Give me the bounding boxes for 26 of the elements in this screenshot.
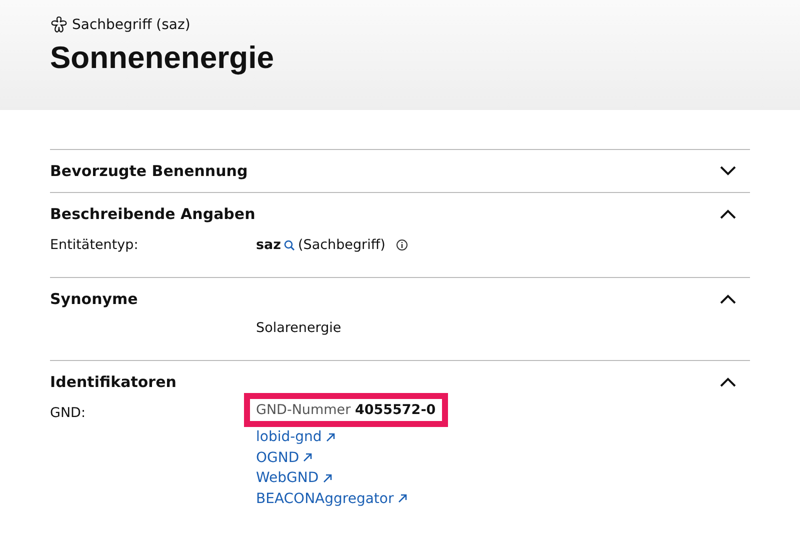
external-link[interactable]: lobid-gnd (256, 427, 335, 448)
external-link[interactable]: OGND (256, 448, 312, 468)
section-title: Bevorzugte Benennung (50, 162, 248, 180)
field-label: GND: (50, 405, 87, 423)
gnd-number-highlight: GND-Nummer 4055572-0 (244, 393, 448, 427)
entity-code: saz (256, 237, 282, 253)
chevron-up-icon[interactable] (720, 294, 736, 304)
field-label: Entitätentyp: (50, 237, 140, 253)
entity-type-label: Sachbegriff (saz) (72, 17, 190, 33)
section-title: Beschreibende Angaben (50, 205, 256, 223)
info-icon[interactable] (396, 239, 408, 251)
chevron-up-icon[interactable] (720, 377, 736, 387)
search-icon[interactable] (284, 240, 296, 250)
external-link[interactable]: WebGND (256, 468, 332, 488)
page-title: Sonnenenergie (50, 40, 275, 76)
external-link-icon (326, 432, 335, 442)
chevron-up-icon[interactable] (720, 209, 736, 219)
synonym: Solarenergie (256, 320, 342, 336)
external-link-icon (303, 453, 312, 462)
section-title: Synonyme (50, 290, 138, 308)
external-link[interactable]: BEACONAggregator (256, 488, 407, 509)
section-title: Identifikatoren (50, 373, 176, 391)
chevron-down-icon[interactable] (720, 166, 736, 176)
entity-type-value: (Sachbegriff) (298, 237, 386, 253)
external-link-icon (398, 494, 407, 504)
external-link-icon (322, 474, 332, 483)
